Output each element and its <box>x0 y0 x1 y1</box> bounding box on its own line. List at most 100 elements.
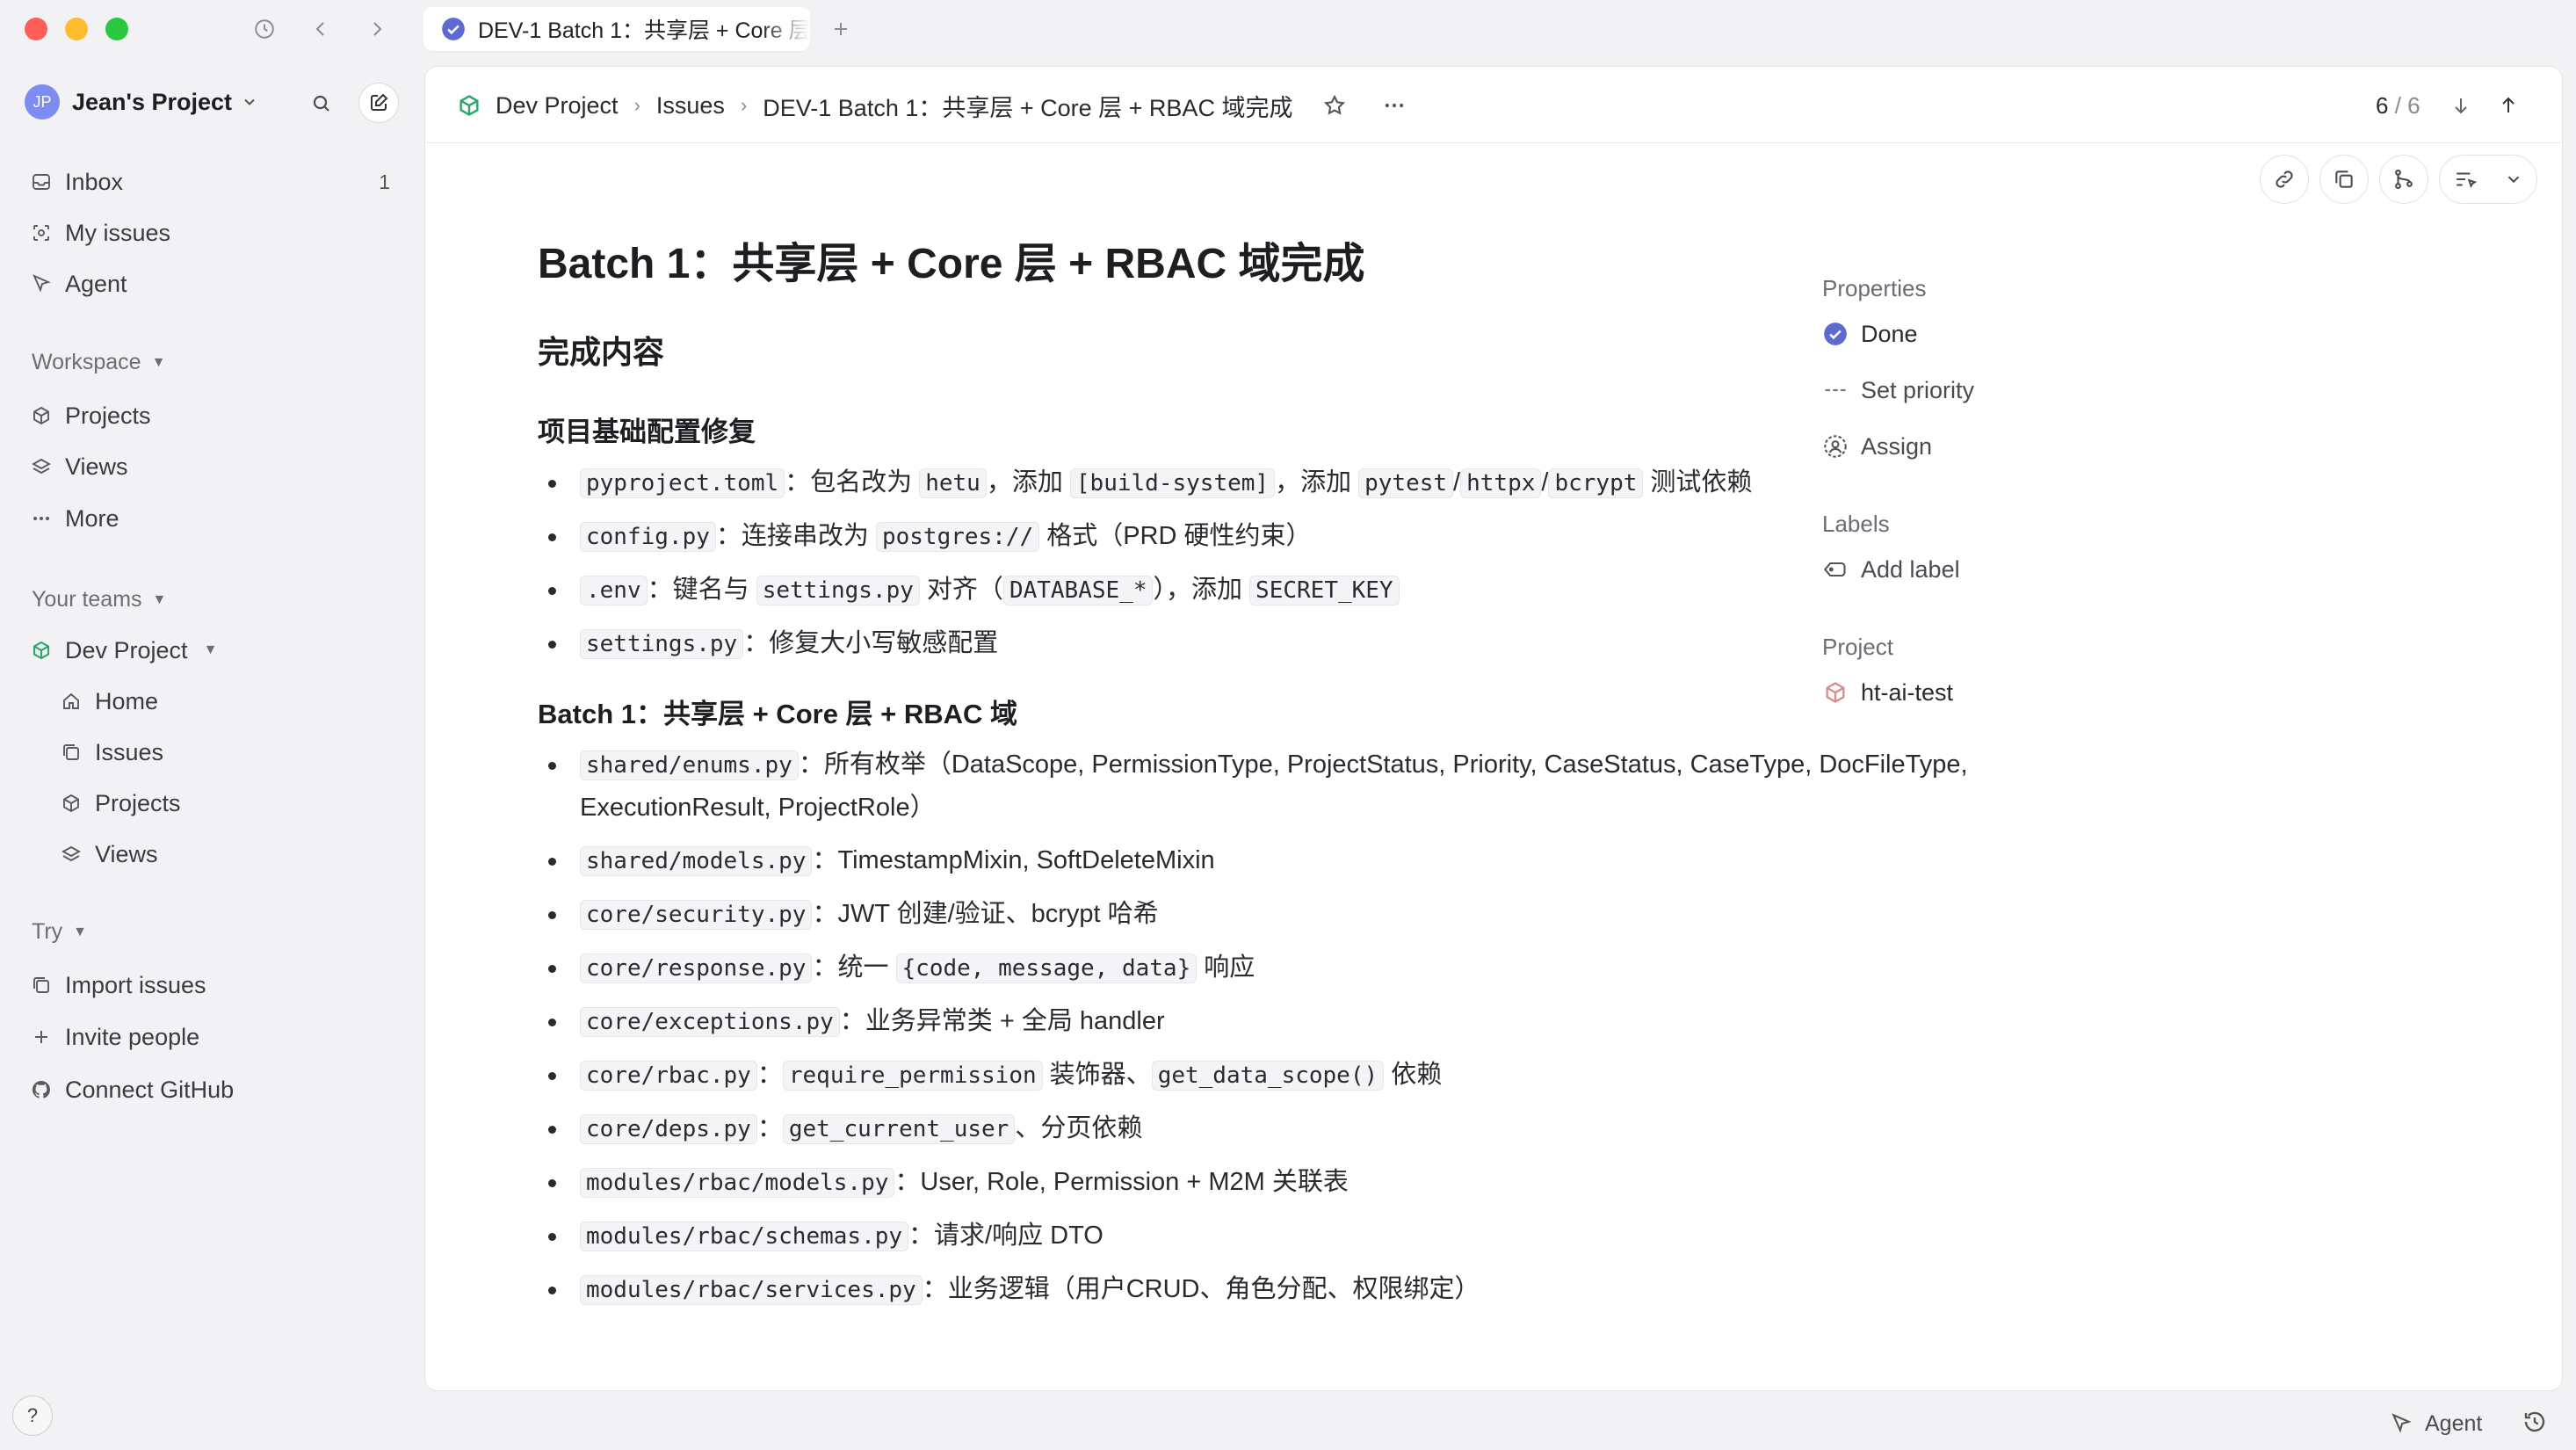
new-tab-plus-icon[interactable] <box>824 12 857 46</box>
project-header[interactable]: Project <box>1822 629 2314 664</box>
breadcrumb-issue[interactable]: DEV-1 Batch 1：共享层 + Core 层 + RBAC 域完成 <box>763 89 1292 123</box>
sidebar-item-label: Projects <box>95 789 181 816</box>
inbox-icon <box>30 170 53 193</box>
caret-down-icon: ▼ <box>151 354 166 370</box>
sidebar-item-team-views[interactable]: Views <box>60 835 158 874</box>
history-icon[interactable] <box>2522 1409 2548 1435</box>
tab-title: DEV-1 Batch 1：共享层 + Core 层 + RBAC 域完成 <box>478 18 810 43</box>
branch-icon <box>2395 170 2413 189</box>
cube-icon <box>1822 679 1849 706</box>
copy-id-button[interactable] <box>2319 155 2369 204</box>
done-status-icon <box>1822 321 1849 347</box>
teams-section-header[interactable]: Your teams ▼ <box>32 587 166 613</box>
list-item: modules/rbac/models.py ：User, Role, Permi… <box>538 1161 2172 1204</box>
sidebar-item-label: Views <box>65 453 128 480</box>
priority-property[interactable]: Set priority <box>1822 362 2314 418</box>
list-item: modules/rbac/schemas.py ：请求/响应 DTO <box>538 1214 2172 1258</box>
list-item: core/exceptions.py ：业务异常类 + 全局 handler <box>538 1000 2172 1043</box>
copy-link-button[interactable] <box>2260 155 2309 204</box>
forward-arrow-icon[interactable] <box>360 12 394 46</box>
list-item: shared/models.py ：TimestampMixin, SoftDel… <box>538 839 2172 882</box>
workspace-switcher[interactable]: JP Jean's Project <box>25 84 258 120</box>
pager-current: 6 <box>2376 91 2389 119</box>
caret-down-icon: ▼ <box>152 591 167 607</box>
add-label-button[interactable]: Add label <box>1822 541 2314 598</box>
status-property[interactable]: Done <box>1822 306 2314 362</box>
avatar: JP <box>25 84 60 120</box>
sidebar-item-more[interactable]: More <box>30 499 119 538</box>
sidebar-item-label: Inbox <box>65 168 124 195</box>
sidebar-item-issues[interactable]: Issues <box>60 733 163 772</box>
labels-header[interactable]: Labels <box>1822 506 2314 541</box>
sidebar-item-agent[interactable]: Agent <box>30 265 127 303</box>
pager-separator: / <box>2388 91 2408 119</box>
sidebar-item-label: Home <box>95 687 159 714</box>
home-icon <box>60 690 83 713</box>
try-section-header[interactable]: Try ▼ <box>32 919 87 945</box>
browser-tab[interactable]: DEV-1 Batch 1：共享层 + Core 层 + RBAC 域完成 <box>423 7 810 51</box>
header-divider <box>425 142 2562 143</box>
batch-list: shared/enums.py ：所有枚举（DataScope, Permissi… <box>538 743 2172 1311</box>
tag-icon <box>1822 556 1849 583</box>
list-item: core/response.py ：统一 {code, message, data… <box>538 946 2172 990</box>
project-property[interactable]: ht-ai-test <box>1822 664 2314 721</box>
issue-pager: 6 / 6 <box>2376 88 2519 123</box>
sidebar-item-connect-github[interactable]: Connect GitHub <box>30 1070 234 1109</box>
window-close-button[interactable] <box>25 18 47 40</box>
list-item: modules/rbac/services.py ：业务逻辑（用户CRUD、角色分… <box>538 1268 2172 1311</box>
issue-panel: Dev Project › Issues › DEV-1 Batch 1：共享层… <box>425 67 2562 1390</box>
properties-panel: Properties Done Set priority Assign Labe… <box>1822 271 2314 721</box>
cube-icon <box>60 792 83 815</box>
arrow-up-icon[interactable] <box>2498 95 2519 116</box>
breadcrumb-separator-icon: › <box>740 94 748 116</box>
sidebar-item-projects[interactable]: Projects <box>30 396 151 435</box>
sidebar-team-dev-project[interactable]: Dev Project ▼ <box>30 631 217 670</box>
properties-header[interactable]: Properties <box>1822 271 2314 306</box>
help-button[interactable]: ? <box>12 1396 53 1436</box>
workspace-section-header[interactable]: Workspace ▼ <box>32 350 165 375</box>
sidebar-item-team-projects[interactable]: Projects <box>60 784 181 823</box>
github-icon <box>30 1078 53 1101</box>
layers-icon <box>30 455 53 478</box>
agent-icon <box>2390 1412 2413 1435</box>
sidebar-item-label: Import issues <box>65 971 206 998</box>
list-item: core/security.py ：JWT 创建/验证、bcrypt 哈希 <box>538 893 2172 936</box>
sidebar-item-label: Projects <box>65 402 151 429</box>
sidebar-item-invite-people[interactable]: Invite people <box>30 1018 199 1056</box>
more-icon <box>30 507 53 530</box>
list-item: core/deps.py： get_current_user 、分页依赖 <box>538 1107 2172 1150</box>
git-branch-button[interactable] <box>2379 155 2428 204</box>
caret-down-icon: ▼ <box>203 642 218 657</box>
caret-down-icon: ▼ <box>73 924 88 939</box>
arrow-down-icon[interactable] <box>2450 95 2471 116</box>
sidebar-item-label: Views <box>95 840 158 867</box>
subscribe-split-button[interactable] <box>2439 155 2537 204</box>
sidebar-item-home[interactable]: Home <box>60 682 158 721</box>
import-icon <box>30 974 53 997</box>
cube-icon <box>30 639 53 662</box>
search-button[interactable] <box>306 88 337 120</box>
sidebar-item-my-issues[interactable]: My issues <box>30 214 170 252</box>
assignee-property[interactable]: Assign <box>1822 418 2314 475</box>
link-icon <box>2276 170 2293 188</box>
my-issues-icon <box>30 221 53 244</box>
breadcrumb: Dev Project › Issues › DEV-1 Batch 1：共享层… <box>457 88 1407 123</box>
back-arrow-icon[interactable] <box>304 12 337 46</box>
search-icon <box>313 95 329 112</box>
chevron-down-icon <box>2507 176 2519 184</box>
more-options-icon[interactable] <box>1382 93 1407 118</box>
sidebar-item-label: Dev Project <box>65 636 188 663</box>
star-icon[interactable] <box>1322 93 1347 118</box>
new-issue-button[interactable] <box>358 83 399 123</box>
window-zoom-button[interactable] <box>105 18 128 40</box>
history-icon[interactable] <box>248 12 281 46</box>
sidebar-item-import-issues[interactable]: Import issues <box>30 966 206 1004</box>
breadcrumb-project[interactable]: Dev Project <box>496 92 619 120</box>
sidebar-item-inbox[interactable]: Inbox 1 <box>30 163 390 201</box>
chevron-down-icon <box>241 93 258 111</box>
sidebar-item-views[interactable]: Views <box>30 447 128 486</box>
window-minimize-button[interactable] <box>65 18 88 40</box>
breadcrumb-issues[interactable]: Issues <box>656 92 725 120</box>
compose-icon <box>371 93 388 111</box>
agent-footer-button[interactable]: Agent <box>2390 1406 2482 1441</box>
